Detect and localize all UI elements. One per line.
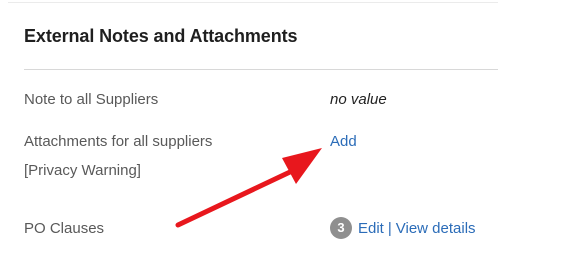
- top-divider: [8, 2, 498, 3]
- link-separator: |: [387, 220, 392, 237]
- attachments-label: Attachments for all suppliers: [24, 133, 213, 150]
- po-clauses-actions: 3 Edit | View details: [330, 217, 476, 241]
- po-clauses-label: PO Clauses: [24, 220, 105, 237]
- view-details-link[interactable]: View details: [396, 220, 476, 237]
- note-to-suppliers-label: Note to all Suppliers: [24, 91, 159, 108]
- po-clauses-count-badge: 3: [330, 217, 352, 240]
- add-attachment-link[interactable]: Add: [330, 130, 357, 154]
- section-title: External Notes and Attachments: [24, 26, 298, 46]
- edit-po-clauses-link[interactable]: Edit: [358, 220, 384, 237]
- privacy-warning-label: [Privacy Warning]: [24, 162, 141, 179]
- external-notes-panel: External Notes and Attachments Note to a…: [0, 0, 498, 275]
- section-divider: [24, 69, 498, 70]
- note-to-suppliers-value: no value: [330, 91, 387, 108]
